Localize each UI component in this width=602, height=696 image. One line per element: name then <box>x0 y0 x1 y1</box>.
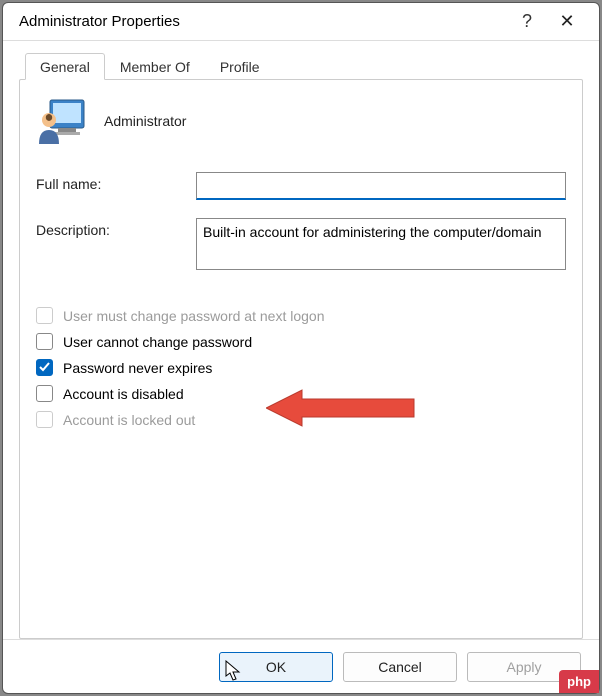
checkbox-icon[interactable] <box>36 333 53 350</box>
checkbox-account-is-disabled[interactable]: Account is disabled <box>36 385 566 402</box>
checkbox-label: User cannot change password <box>63 334 252 350</box>
checkbox-cannot-change-password[interactable]: User cannot change password <box>36 333 566 350</box>
full-name-label: Full name: <box>36 172 196 192</box>
dialog-button-bar: OK Cancel Apply <box>3 639 599 693</box>
description-input[interactable]: Built-in account for administering the c… <box>196 218 566 270</box>
checkbox-icon[interactable] <box>36 385 53 402</box>
checkbox-label: User must change password at next logon <box>63 308 324 324</box>
titlebar: Administrator Properties ? ✕ <box>3 3 599 41</box>
tab-general[interactable]: General <box>25 53 105 80</box>
dialog-content: General Member Of Profile Admi <box>3 41 599 639</box>
checkbox-label: Account is disabled <box>63 386 184 402</box>
general-panel: Administrator Full name: Description: Bu… <box>19 79 583 639</box>
close-icon[interactable]: ✕ <box>547 11 587 32</box>
properties-dialog: Administrator Properties ? ✕ General Mem… <box>2 2 600 694</box>
checkbox-icon <box>36 411 53 428</box>
checkbox-icon[interactable] <box>36 359 53 376</box>
ok-button[interactable]: OK <box>219 652 333 682</box>
tab-member-of[interactable]: Member Of <box>105 53 205 79</box>
user-account-icon <box>36 96 86 146</box>
window-title: Administrator Properties <box>19 13 507 30</box>
description-label: Description: <box>36 218 196 238</box>
watermark-badge: php <box>559 670 599 693</box>
tab-strip: General Member Of Profile <box>25 51 583 79</box>
tab-profile[interactable]: Profile <box>205 53 275 79</box>
help-icon[interactable]: ? <box>507 11 547 32</box>
checkbox-label: Password never expires <box>63 360 212 376</box>
account-name-label: Administrator <box>104 113 186 129</box>
checkbox-password-never-expires[interactable]: Password never expires <box>36 359 566 376</box>
description-row: Description: Built-in account for admini… <box>36 218 566 270</box>
checkbox-account-is-locked-out: Account is locked out <box>36 411 566 428</box>
checkbox-label: Account is locked out <box>63 412 195 428</box>
cancel-button[interactable]: Cancel <box>343 652 457 682</box>
full-name-input[interactable] <box>196 172 566 200</box>
account-identity-row: Administrator <box>36 96 566 146</box>
checkbox-icon <box>36 307 53 324</box>
full-name-row: Full name: <box>36 172 566 200</box>
checkbox-must-change-password: User must change password at next logon <box>36 307 566 324</box>
